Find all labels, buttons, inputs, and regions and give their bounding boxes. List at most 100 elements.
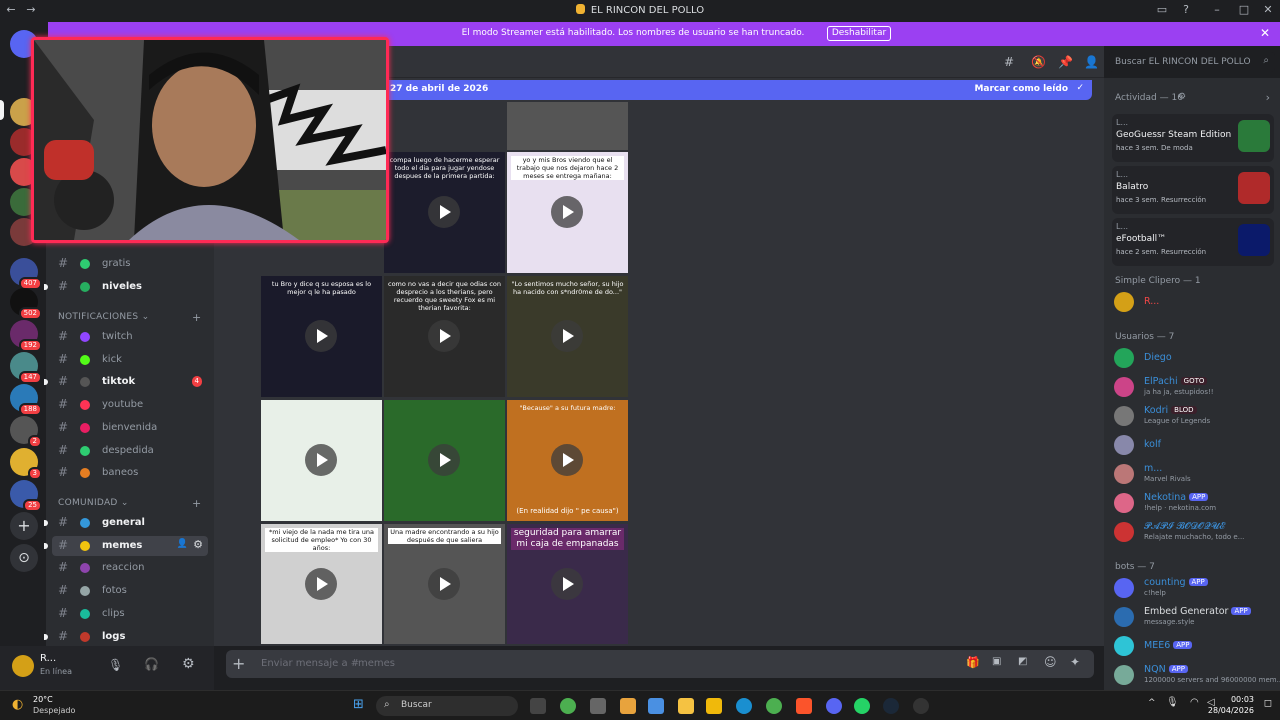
play-icon[interactable] [428, 196, 460, 228]
activity-card[interactable]: L... eFootball™ hace 2 sem. Resurrección [1112, 218, 1274, 266]
mark-as-read-button[interactable]: Marcar como leído [974, 84, 1068, 94]
server-icon[interactable]: 25 [10, 480, 42, 512]
add-server-icon[interactable]: + [10, 512, 38, 540]
channel-settings-icon[interactable]: ⚙ [193, 538, 203, 551]
play-icon[interactable] [428, 568, 460, 600]
member-item[interactable]: NQN APP 1200000 servers and 96000000 mem..… [1114, 663, 1280, 687]
server-icon[interactable]: 3 [10, 448, 42, 480]
activity-card[interactable]: L... GeoGuessr Steam Edition hace 3 sem. D… [1112, 114, 1274, 162]
play-icon[interactable] [305, 568, 337, 600]
back-icon[interactable]: ← [2, 3, 20, 16]
channel-youtube[interactable]: # youtube [52, 395, 208, 415]
close-banner-icon[interactable]: ✕ [1260, 26, 1270, 40]
chrome-icon[interactable] [560, 698, 576, 714]
channel-kick[interactable]: # kick [52, 350, 208, 370]
steam-icon[interactable] [883, 698, 899, 714]
video-attachment[interactable] [507, 102, 628, 150]
channel-clips[interactable]: # clips [52, 604, 208, 624]
search-bar[interactable]: Buscar EL RINCON DEL POLLO ⌕ [1109, 52, 1275, 72]
channel-niveles[interactable]: # niveles [44, 277, 208, 297]
whatsapp-icon[interactable] [854, 698, 870, 714]
sticker-icon[interactable]: ◩ [1018, 656, 1027, 667]
emoji-icon[interactable]: ☺ [1044, 655, 1057, 669]
play-icon[interactable] [551, 196, 583, 228]
channel-baneos[interactable]: # baneos [52, 463, 208, 483]
settings-gear-icon[interactable]: ⚙ [182, 656, 195, 672]
mic-tray-icon[interactable]: 🎙 [1166, 697, 1179, 708]
taskbar-search-label[interactable]: Buscar [401, 700, 432, 710]
play-icon[interactable] [551, 568, 583, 600]
avatar[interactable] [12, 655, 34, 677]
play-icon[interactable] [551, 320, 583, 352]
file-explorer-icon[interactable] [678, 698, 694, 714]
category-comunidad[interactable]: COMUNIDAD ⌄ + [58, 497, 201, 510]
tray-chevron-icon[interactable]: ^ [1148, 698, 1156, 708]
video-attachment[interactable]: yo y mis Bros viendo que el trabajo que … [507, 152, 628, 273]
video-attachment[interactable]: tu Bro y dice q su esposa es lo mejor q … [261, 276, 382, 397]
brave-icon[interactable] [796, 698, 812, 714]
app-icon[interactable] [706, 698, 722, 714]
minimize-icon[interactable]: – [1208, 3, 1226, 16]
weather-temp[interactable]: 20°C [33, 695, 53, 704]
member-item[interactable]: counting APP c!help [1114, 576, 1274, 600]
channel-tiktok[interactable]: # tiktok 4 [44, 372, 208, 392]
server-icon[interactable]: 407 [10, 258, 42, 290]
attach-plus-icon[interactable]: + [232, 654, 245, 673]
add-channel-icon[interactable]: + [192, 497, 202, 510]
copilot-icon[interactable] [648, 698, 664, 714]
server-icon[interactable]: 188 [10, 384, 42, 416]
channel-fotos[interactable]: # fotos [52, 581, 208, 601]
play-icon[interactable] [551, 444, 583, 476]
server-icon[interactable]: 502 [10, 288, 42, 320]
threads-icon[interactable]: # [1004, 55, 1014, 69]
app-icon[interactable] [620, 698, 636, 714]
channel-reaccion[interactable]: # reaccion [52, 558, 208, 578]
headphones-icon[interactable]: 🎧 [144, 657, 159, 671]
server-icon[interactable]: 192 [10, 320, 42, 352]
video-attachment[interactable]: seguridad para amarrar mi caja de empana… [507, 524, 628, 644]
server-icon[interactable]: 2 [10, 416, 42, 448]
video-attachment[interactable] [261, 400, 382, 521]
member-item[interactable]: R... [1114, 290, 1274, 314]
channel-logs[interactable]: # logs [44, 627, 208, 647]
member-item[interactable]: kolf [1114, 433, 1274, 457]
help-icon[interactable]: ? [1177, 3, 1195, 16]
chevron-right-icon[interactable]: › [1266, 91, 1270, 104]
channel-despedida[interactable]: # despedida [52, 441, 208, 461]
gif-icon[interactable]: ▣ [992, 656, 1001, 667]
inbox-icon[interactable]: ▭ [1153, 3, 1171, 16]
chrome-icon[interactable] [766, 698, 782, 714]
forward-icon[interactable]: → [22, 3, 40, 16]
member-item[interactable]: Embed Generator APP message.style [1114, 605, 1274, 629]
close-window-icon[interactable]: ✕ [1259, 3, 1277, 16]
disable-streamer-button[interactable]: Deshabilitar [827, 26, 891, 41]
gift-icon[interactable]: 🎁 [966, 656, 980, 669]
member-item[interactable]: Kodri BLOD League of Legends [1114, 404, 1274, 428]
clock-date[interactable]: 28/04/2026 [1208, 706, 1254, 715]
video-attachment[interactable]: "Lo sentimos mucho señor, su hijo ha nac… [507, 276, 628, 397]
video-attachment[interactable]: compa luego de hacerme esperar todo el d… [384, 152, 505, 273]
add-channel-icon[interactable]: + [192, 311, 202, 324]
notification-bell-icon[interactable]: 🔕 [1031, 55, 1046, 69]
play-icon[interactable] [428, 320, 460, 352]
video-attachment[interactable]: *mi viejo de la nada me tira una solicit… [261, 524, 382, 644]
discord-icon[interactable] [826, 698, 842, 714]
member-item[interactable]: 𝓟𝓐𝓟𝓘 𝓑𝓞𝓓𝓞𝓠𝓤𝓔 Relajate muchacho, todo e... [1114, 520, 1274, 544]
server-icon[interactable]: 147 [10, 352, 42, 384]
members-list-icon[interactable]: 👤 [1084, 55, 1099, 69]
explore-icon[interactable]: ⊙ [10, 544, 38, 572]
obs-icon[interactable] [913, 698, 929, 714]
task-view-icon[interactable] [530, 698, 546, 714]
pin-icon[interactable]: 📌 [1058, 55, 1073, 69]
channel-twitch[interactable]: # twitch [52, 327, 208, 347]
maximize-icon[interactable]: □ [1235, 3, 1253, 16]
video-attachment[interactable]: Una madre encontrando a su hijo después … [384, 524, 505, 644]
video-attachment[interactable]: "Because" a su futura madre: (En realidad… [507, 400, 628, 521]
edge-icon[interactable] [736, 698, 752, 714]
activity-settings-icon[interactable]: ⚙ [1178, 92, 1186, 102]
play-icon[interactable] [305, 444, 337, 476]
video-attachment[interactable] [384, 400, 505, 521]
channel-general[interactable]: # general [44, 513, 208, 533]
member-item[interactable]: Diego [1114, 346, 1274, 370]
member-item[interactable]: ElPachi GOTO ja ha ja, estupidos!! [1114, 375, 1274, 399]
